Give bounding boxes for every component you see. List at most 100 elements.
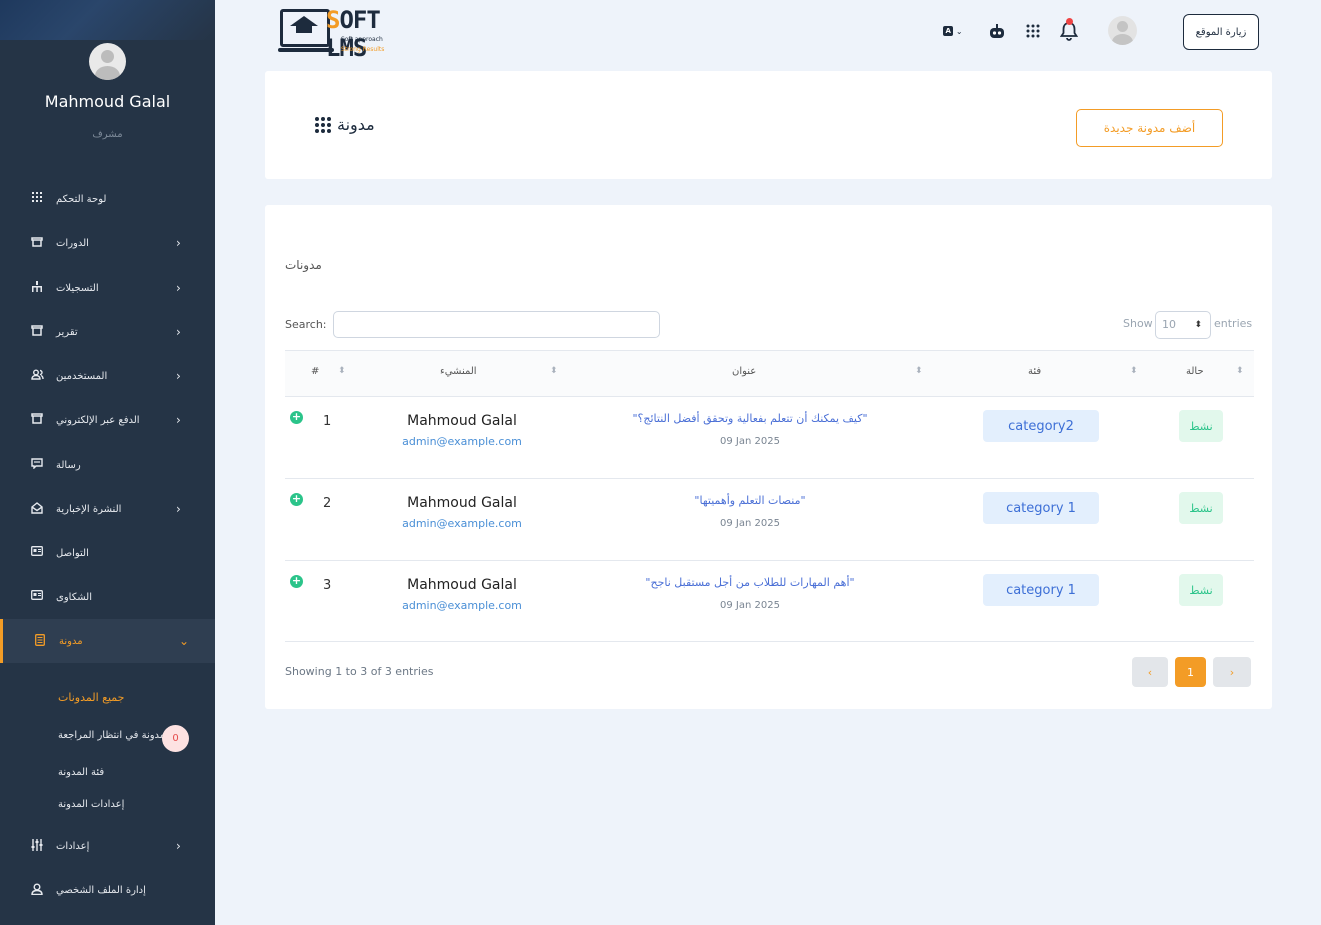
expand-row-icon[interactable]: + <box>290 411 303 424</box>
row-divider <box>285 560 1254 561</box>
sidebar-subitem-all-blogs[interactable]: جميع المدونات <box>58 691 124 704</box>
sidebar-item-courses[interactable]: الدورات › <box>0 221 215 265</box>
sidebar: Mahmoud Galal مشرف لوحة التحكم الدورات ›… <box>0 0 215 925</box>
visit-site-button[interactable]: زيارة الموقع <box>1183 14 1259 50</box>
pagination-page-1[interactable]: 1 <box>1175 657 1206 687</box>
robot-icon[interactable] <box>985 18 1009 44</box>
sitemap-icon <box>30 281 44 295</box>
blog-title-link[interactable]: "أهم المهارات للطلاب من أجل مستقبل ناجح" <box>600 576 900 589</box>
users-icon <box>30 369 44 383</box>
profile-name: Mahmoud Galal <box>44 92 171 111</box>
sidebar-item-report[interactable]: تقرير › <box>0 310 215 354</box>
page-title: مدونة <box>315 115 375 134</box>
sidebar-item-label: التواصل <box>56 547 89 559</box>
blog-title-link[interactable]: "منصات التعلم وأهميتها" <box>600 494 900 507</box>
show-label: Show <box>1123 317 1153 330</box>
sidebar-item-label: النشرة الإخبارية <box>56 503 122 515</box>
row-divider <box>285 641 1254 642</box>
pending-count-badge: 0 <box>162 725 189 752</box>
author-email[interactable]: admin@example.com <box>362 435 562 448</box>
expand-row-icon[interactable]: + <box>290 575 303 588</box>
language-switcher[interactable]: A ⌄ <box>935 18 971 44</box>
logo[interactable]: SOFT LMS Soft approach Strong Results <box>278 6 428 62</box>
search-input[interactable] <box>333 311 660 338</box>
chevron-right-icon: › <box>176 325 181 339</box>
sidebar-item-message[interactable]: رسالة <box>0 443 215 487</box>
sidebar-item-users[interactable]: المستخدمين › <box>0 354 215 398</box>
status-badge: نشط <box>1179 574 1223 606</box>
id-card-icon <box>30 546 44 560</box>
column-header-num[interactable]: # <box>311 366 319 377</box>
dashboard-icon <box>30 192 44 206</box>
status-badge: نشط <box>1179 410 1223 442</box>
author-email[interactable]: admin@example.com <box>362 517 562 530</box>
column-header-category[interactable]: فئة <box>1028 366 1041 377</box>
sidebar-item-dashboard[interactable]: لوحة التحكم <box>0 177 215 221</box>
sort-arrows-icon: ⬍ <box>1194 320 1202 330</box>
sidebar-item-label: التسجيلات <box>56 282 99 294</box>
logo-tagline-2: Strong Results <box>341 46 385 53</box>
pagination-previous[interactable]: ‹ <box>1132 657 1168 687</box>
blog-date: 09 Jan 2025 <box>720 600 780 611</box>
column-header-title[interactable]: عنوان <box>732 366 756 377</box>
category-badge: category 1 <box>983 492 1099 524</box>
sidebar-item-newsletter[interactable]: النشرة الإخبارية › <box>0 487 215 531</box>
sidebar-subitem-pending-review[interactable]: مدونة في انتظار المراجعة <box>58 730 165 741</box>
sidebar-item-online-payment[interactable]: الدفع عبر الإلكتروني › <box>0 398 215 442</box>
chevron-right-icon: › <box>176 502 181 516</box>
category-badge: category 1 <box>983 574 1099 606</box>
chevron-down-icon: ⌄ <box>179 634 190 648</box>
sidebar-item-label: تقرير <box>56 326 78 338</box>
row-number: 1 <box>323 414 332 429</box>
author-email[interactable]: admin@example.com <box>362 599 562 612</box>
id-card-icon <box>30 590 44 604</box>
message-icon <box>30 458 44 472</box>
sort-icon[interactable]: ⬍ <box>915 366 923 376</box>
author-name: Mahmoud Galal <box>407 577 517 593</box>
blogs-table-card <box>265 205 1272 709</box>
chevron-right-icon: › <box>176 236 181 250</box>
sidebar-item-profile-management[interactable]: إدارة الملف الشخصي <box>0 868 215 912</box>
sidebar-item-enrollments[interactable]: التسجيلات › <box>0 266 215 310</box>
row-number: 3 <box>323 578 332 593</box>
sidebar-item-contact[interactable]: التواصل <box>0 531 215 575</box>
sort-icon[interactable]: ⬍ <box>550 366 558 376</box>
sort-icon[interactable]: ⬍ <box>338 366 346 376</box>
column-header-status[interactable]: حالة <box>1186 366 1204 377</box>
sliders-icon <box>30 839 44 853</box>
table-header <box>285 350 1254 397</box>
sidebar-item-complaints[interactable]: الشكاوى <box>0 575 215 619</box>
user-icon <box>30 883 44 897</box>
apps-grid-icon[interactable] <box>1022 18 1044 44</box>
sidebar-item-label: مدونة <box>59 635 83 647</box>
sort-icon[interactable]: ⬍ <box>1236 366 1244 376</box>
envelope-open-icon <box>30 502 44 516</box>
sidebar-item-label: إدارة الملف الشخصي <box>56 884 146 896</box>
search-label: Search: <box>285 318 327 331</box>
logo-brand: SOFT LMS <box>326 6 428 62</box>
sidebar-item-blog[interactable]: مدونة ⌄ <box>0 619 215 663</box>
add-new-blog-button[interactable]: أضف مدونة جديدة <box>1076 109 1223 147</box>
sidebar-item-label: إعدادات <box>56 840 90 852</box>
pagination-next[interactable]: › <box>1213 657 1251 687</box>
blog-title-link[interactable]: "كيف يمكنك أن تتعلم بفعالية وتحقق أفضل ا… <box>600 412 900 425</box>
sort-icon[interactable]: ⬍ <box>1130 366 1138 376</box>
sidebar-subitem-blog-category[interactable]: فئة المدونة <box>58 767 104 778</box>
author-name: Mahmoud Galal <box>407 495 517 511</box>
sidebar-item-label: المستخدمين <box>56 370 108 382</box>
entries-label: entries <box>1214 317 1253 330</box>
user-avatar[interactable] <box>1108 16 1137 45</box>
sidebar-item-label: الدورات <box>56 237 89 249</box>
sidebar-item-settings[interactable]: إعدادات › <box>0 824 215 868</box>
chevron-right-icon: › <box>176 281 181 295</box>
entries-per-page-select[interactable]: 10 ⬍ <box>1155 311 1211 339</box>
expand-row-icon[interactable]: + <box>290 493 303 506</box>
row-divider <box>285 478 1254 479</box>
column-header-author[interactable]: المنشيء <box>440 366 477 377</box>
payment-icon <box>30 413 44 427</box>
sidebar-decoration <box>0 0 215 40</box>
logo-tagline-1: Soft approach <box>341 36 383 43</box>
chevron-right-icon: › <box>176 413 181 427</box>
sidebar-subitem-blog-settings[interactable]: إعدادات المدونة <box>58 799 124 810</box>
profile-avatar[interactable] <box>89 43 126 80</box>
